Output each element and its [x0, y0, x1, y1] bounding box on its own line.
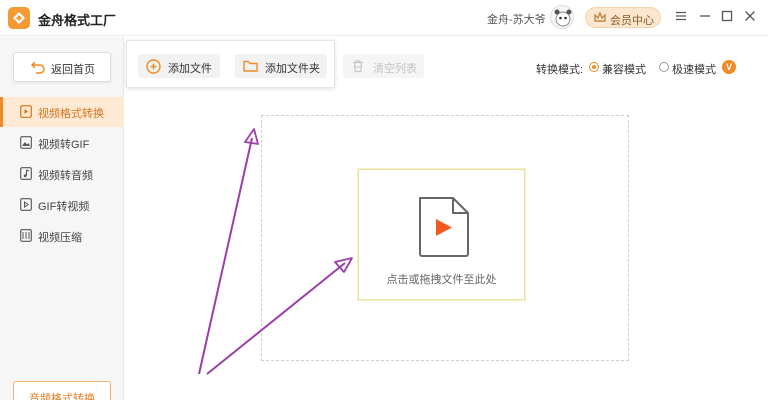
fast-mode-label[interactable]: 极速模式: [672, 61, 716, 77]
add-folder-label: 添加文件夹: [265, 63, 320, 75]
sidebar-item-video-convert[interactable]: 视频格式转换: [0, 97, 124, 127]
clear-list-label: 清空列表: [373, 63, 417, 75]
folder-icon: [243, 60, 258, 72]
sidebar-item-video-to-audio[interactable]: 视频转音频: [0, 159, 124, 189]
compress-icon: [20, 229, 32, 242]
vip-center-label: 会员中心: [610, 15, 654, 27]
video-convert-icon: [20, 105, 32, 118]
audio-format-convert-button[interactable]: 音频格式转换: [13, 381, 111, 400]
avatar[interactable]: [550, 5, 574, 29]
compat-mode-label[interactable]: 兼容模式: [602, 61, 646, 77]
back-arrow-icon: [30, 61, 45, 74]
audio-format-convert-label: 音频格式转换: [29, 393, 95, 400]
home-button-label: 返回首页: [51, 64, 95, 76]
home-button[interactable]: 返回首页: [13, 52, 111, 82]
maximize-icon[interactable]: [720, 9, 736, 25]
vip-badge-icon: V: [722, 60, 736, 74]
title-bar: 金舟格式工厂 金舟-苏大爷 会员中心: [0, 0, 768, 36]
close-icon[interactable]: [743, 9, 759, 25]
compat-mode-radio[interactable]: [589, 62, 599, 72]
trash-icon: [353, 60, 363, 73]
music-note-icon: [20, 167, 32, 180]
drop-target-card[interactable]: 点击或拖拽文件至此处: [358, 169, 525, 300]
add-file-label: 添加文件: [168, 63, 212, 75]
add-file-button[interactable]: 添加文件: [138, 54, 220, 78]
sidebar-item-gif-to-video[interactable]: GIF转视频: [0, 190, 124, 220]
gif-video-icon: [20, 198, 32, 211]
app-title: 金舟格式工厂: [38, 13, 117, 28]
video-file-icon: [419, 197, 469, 257]
sidebar-item-label: 视频压缩: [38, 232, 82, 244]
image-icon: [20, 136, 32, 149]
clear-list-button[interactable]: 清空列表: [343, 54, 424, 78]
fast-mode-radio[interactable]: [659, 62, 669, 72]
vip-center-button[interactable]: 会员中心: [585, 7, 661, 28]
crown-icon: [594, 12, 606, 22]
arrow-to-toolbar: [198, 128, 259, 375]
sidebar-item-label: GIF转视频: [38, 201, 90, 213]
sidebar-item-video-compress[interactable]: 视频压缩: [0, 221, 124, 251]
hamburger-icon[interactable]: [674, 9, 690, 25]
plus-circle-icon: [146, 59, 161, 74]
sidebar: 返回首页 视频格式转换 视频转GIF 视频转音频 GIF转视频 视频压缩 音频格…: [0, 37, 124, 400]
app-logo-icon: [8, 7, 30, 29]
user-name[interactable]: 金舟-苏大爷: [487, 11, 546, 27]
minimize-icon[interactable]: [698, 9, 714, 25]
sidebar-item-label: 视频转音频: [38, 170, 93, 182]
add-folder-button[interactable]: 添加文件夹: [235, 54, 327, 78]
sidebar-item-label: 视频转GIF: [38, 139, 90, 151]
convert-mode-label: 转换模式:: [536, 64, 584, 76]
sidebar-item-video-to-gif[interactable]: 视频转GIF: [0, 128, 124, 158]
sidebar-item-label: 视频格式转换: [38, 108, 104, 120]
drop-hint-text: 点击或拖拽文件至此处: [386, 274, 497, 286]
